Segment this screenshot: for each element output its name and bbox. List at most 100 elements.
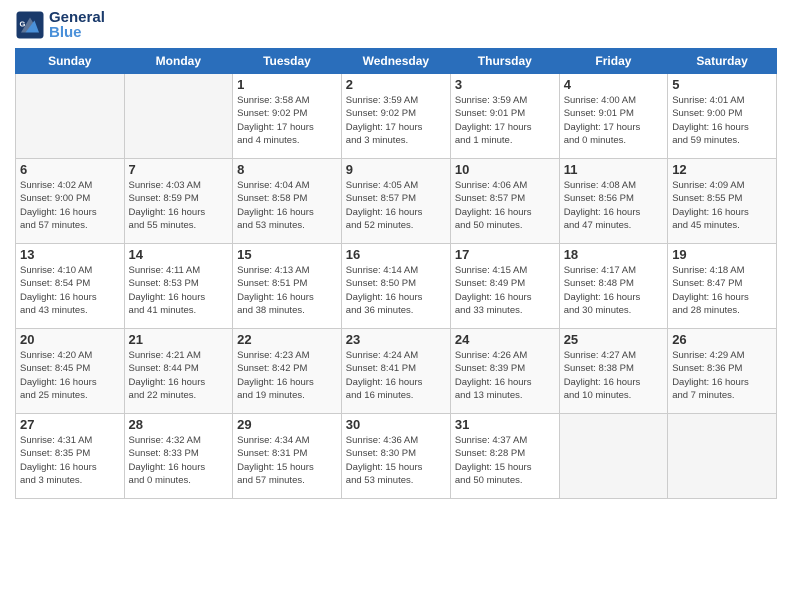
weekday-header-sunday: Sunday — [16, 49, 125, 74]
calendar-cell: 4 Sunrise: 4:00 AM Sunset: 9:01 PM Daylig… — [559, 74, 668, 159]
day-detail: Sunrise: 4:02 AM Sunset: 9:00 PM Dayligh… — [20, 179, 120, 232]
day-number: 29 — [237, 417, 337, 432]
day-detail: Sunrise: 4:14 AM Sunset: 8:50 PM Dayligh… — [346, 264, 446, 317]
day-number: 14 — [129, 247, 229, 262]
weekday-header-thursday: Thursday — [450, 49, 559, 74]
calendar-cell: 15 Sunrise: 4:13 AM Sunset: 8:51 PM Dayli… — [233, 244, 342, 329]
day-detail: Sunrise: 3:59 AM Sunset: 9:02 PM Dayligh… — [346, 94, 446, 147]
calendar-cell — [559, 414, 668, 499]
calendar-cell: 8 Sunrise: 4:04 AM Sunset: 8:58 PM Daylig… — [233, 159, 342, 244]
day-detail: Sunrise: 4:37 AM Sunset: 8:28 PM Dayligh… — [455, 434, 555, 487]
day-number: 15 — [237, 247, 337, 262]
day-detail: Sunrise: 4:00 AM Sunset: 9:01 PM Dayligh… — [564, 94, 664, 147]
day-detail: Sunrise: 4:32 AM Sunset: 8:33 PM Dayligh… — [129, 434, 229, 487]
day-detail: Sunrise: 4:04 AM Sunset: 8:58 PM Dayligh… — [237, 179, 337, 232]
day-detail: Sunrise: 4:27 AM Sunset: 8:38 PM Dayligh… — [564, 349, 664, 402]
day-number: 26 — [672, 332, 772, 347]
calendar-cell: 28 Sunrise: 4:32 AM Sunset: 8:33 PM Dayli… — [124, 414, 233, 499]
logo-text: General Blue — [49, 10, 105, 40]
day-number: 27 — [20, 417, 120, 432]
day-detail: Sunrise: 4:36 AM Sunset: 8:30 PM Dayligh… — [346, 434, 446, 487]
calendar-cell: 30 Sunrise: 4:36 AM Sunset: 8:30 PM Dayli… — [341, 414, 450, 499]
day-detail: Sunrise: 4:01 AM Sunset: 9:00 PM Dayligh… — [672, 94, 772, 147]
day-detail: Sunrise: 4:13 AM Sunset: 8:51 PM Dayligh… — [237, 264, 337, 317]
day-detail: Sunrise: 4:15 AM Sunset: 8:49 PM Dayligh… — [455, 264, 555, 317]
day-number: 2 — [346, 77, 446, 92]
logo-icon: G — [15, 10, 45, 40]
day-number: 20 — [20, 332, 120, 347]
day-detail: Sunrise: 3:59 AM Sunset: 9:01 PM Dayligh… — [455, 94, 555, 147]
weekday-header-monday: Monday — [124, 49, 233, 74]
calendar-cell: 26 Sunrise: 4:29 AM Sunset: 8:36 PM Dayli… — [668, 329, 777, 414]
day-detail: Sunrise: 4:03 AM Sunset: 8:59 PM Dayligh… — [129, 179, 229, 232]
day-detail: Sunrise: 3:58 AM Sunset: 9:02 PM Dayligh… — [237, 94, 337, 147]
day-number: 23 — [346, 332, 446, 347]
day-number: 8 — [237, 162, 337, 177]
day-number: 30 — [346, 417, 446, 432]
calendar-cell: 3Sunrise: 3:59 AM Sunset: 9:01 PM Daylig… — [450, 74, 559, 159]
day-number: 9 — [346, 162, 446, 177]
day-detail: Sunrise: 4:26 AM Sunset: 8:39 PM Dayligh… — [455, 349, 555, 402]
calendar-cell — [16, 74, 125, 159]
calendar-week-row: 20 Sunrise: 4:20 AM Sunset: 8:45 PM Dayli… — [16, 329, 777, 414]
calendar-cell: 16 Sunrise: 4:14 AM Sunset: 8:50 PM Dayli… — [341, 244, 450, 329]
calendar-cell: 10Sunrise: 4:06 AM Sunset: 8:57 PM Dayli… — [450, 159, 559, 244]
calendar-cell: 6 Sunrise: 4:02 AM Sunset: 9:00 PM Daylig… — [16, 159, 125, 244]
day-detail: Sunrise: 4:24 AM Sunset: 8:41 PM Dayligh… — [346, 349, 446, 402]
calendar-cell: 23 Sunrise: 4:24 AM Sunset: 8:41 PM Dayli… — [341, 329, 450, 414]
day-number: 5 — [672, 77, 772, 92]
day-number: 1 — [237, 77, 337, 92]
svg-text:G: G — [20, 20, 26, 29]
day-detail: Sunrise: 4:11 AM Sunset: 8:53 PM Dayligh… — [129, 264, 229, 317]
calendar-cell: 9Sunrise: 4:05 AM Sunset: 8:57 PM Daylig… — [341, 159, 450, 244]
day-detail: Sunrise: 4:29 AM Sunset: 8:36 PM Dayligh… — [672, 349, 772, 402]
day-number: 24 — [455, 332, 555, 347]
calendar-cell: 27 Sunrise: 4:31 AM Sunset: 8:35 PM Dayli… — [16, 414, 125, 499]
day-number: 4 — [564, 77, 664, 92]
calendar-cell: 12 Sunrise: 4:09 AM Sunset: 8:55 PM Dayli… — [668, 159, 777, 244]
calendar-cell — [124, 74, 233, 159]
day-detail: Sunrise: 4:09 AM Sunset: 8:55 PM Dayligh… — [672, 179, 772, 232]
calendar-cell: 21Sunrise: 4:21 AM Sunset: 8:44 PM Dayli… — [124, 329, 233, 414]
calendar-cell: 13Sunrise: 4:10 AM Sunset: 8:54 PM Dayli… — [16, 244, 125, 329]
weekday-header-saturday: Saturday — [668, 49, 777, 74]
calendar-cell: 14 Sunrise: 4:11 AM Sunset: 8:53 PM Dayli… — [124, 244, 233, 329]
calendar: SundayMondayTuesdayWednesdayThursdayFrid… — [15, 48, 777, 499]
day-number: 18 — [564, 247, 664, 262]
day-number: 16 — [346, 247, 446, 262]
day-detail: Sunrise: 4:31 AM Sunset: 8:35 PM Dayligh… — [20, 434, 120, 487]
calendar-cell: 31 Sunrise: 4:37 AM Sunset: 8:28 PM Dayli… — [450, 414, 559, 499]
calendar-cell: 2 Sunrise: 3:59 AM Sunset: 9:02 PM Daylig… — [341, 74, 450, 159]
calendar-cell: 17Sunrise: 4:15 AM Sunset: 8:49 PM Dayli… — [450, 244, 559, 329]
calendar-cell: 19Sunrise: 4:18 AM Sunset: 8:47 PM Dayli… — [668, 244, 777, 329]
weekday-header-wednesday: Wednesday — [341, 49, 450, 74]
day-number: 10 — [455, 162, 555, 177]
calendar-cell: 5 Sunrise: 4:01 AM Sunset: 9:00 PM Daylig… — [668, 74, 777, 159]
day-detail: Sunrise: 4:23 AM Sunset: 8:42 PM Dayligh… — [237, 349, 337, 402]
calendar-cell: 20 Sunrise: 4:20 AM Sunset: 8:45 PM Dayli… — [16, 329, 125, 414]
calendar-cell: 11Sunrise: 4:08 AM Sunset: 8:56 PM Dayli… — [559, 159, 668, 244]
day-detail: Sunrise: 4:08 AM Sunset: 8:56 PM Dayligh… — [564, 179, 664, 232]
calendar-cell — [668, 414, 777, 499]
calendar-cell: 25 Sunrise: 4:27 AM Sunset: 8:38 PM Dayli… — [559, 329, 668, 414]
day-detail: Sunrise: 4:17 AM Sunset: 8:48 PM Dayligh… — [564, 264, 664, 317]
day-number: 6 — [20, 162, 120, 177]
day-number: 19 — [672, 247, 772, 262]
day-detail: Sunrise: 4:20 AM Sunset: 8:45 PM Dayligh… — [20, 349, 120, 402]
day-number: 31 — [455, 417, 555, 432]
day-number: 7 — [129, 162, 229, 177]
day-number: 12 — [672, 162, 772, 177]
calendar-week-row: 6 Sunrise: 4:02 AM Sunset: 9:00 PM Daylig… — [16, 159, 777, 244]
day-detail: Sunrise: 4:21 AM Sunset: 8:44 PM Dayligh… — [129, 349, 229, 402]
calendar-week-row: 27 Sunrise: 4:31 AM Sunset: 8:35 PM Dayli… — [16, 414, 777, 499]
day-detail: Sunrise: 4:34 AM Sunset: 8:31 PM Dayligh… — [237, 434, 337, 487]
calendar-cell: 7 Sunrise: 4:03 AM Sunset: 8:59 PM Daylig… — [124, 159, 233, 244]
day-detail: Sunrise: 4:10 AM Sunset: 8:54 PM Dayligh… — [20, 264, 120, 317]
page: G General Blue SundayMondayTuesdayWednes… — [0, 0, 792, 612]
calendar-week-row: 13Sunrise: 4:10 AM Sunset: 8:54 PM Dayli… — [16, 244, 777, 329]
day-number: 28 — [129, 417, 229, 432]
weekday-header-friday: Friday — [559, 49, 668, 74]
day-number: 25 — [564, 332, 664, 347]
calendar-cell: 24 Sunrise: 4:26 AM Sunset: 8:39 PM Dayli… — [450, 329, 559, 414]
weekday-header-row: SundayMondayTuesdayWednesdayThursdayFrid… — [16, 49, 777, 74]
